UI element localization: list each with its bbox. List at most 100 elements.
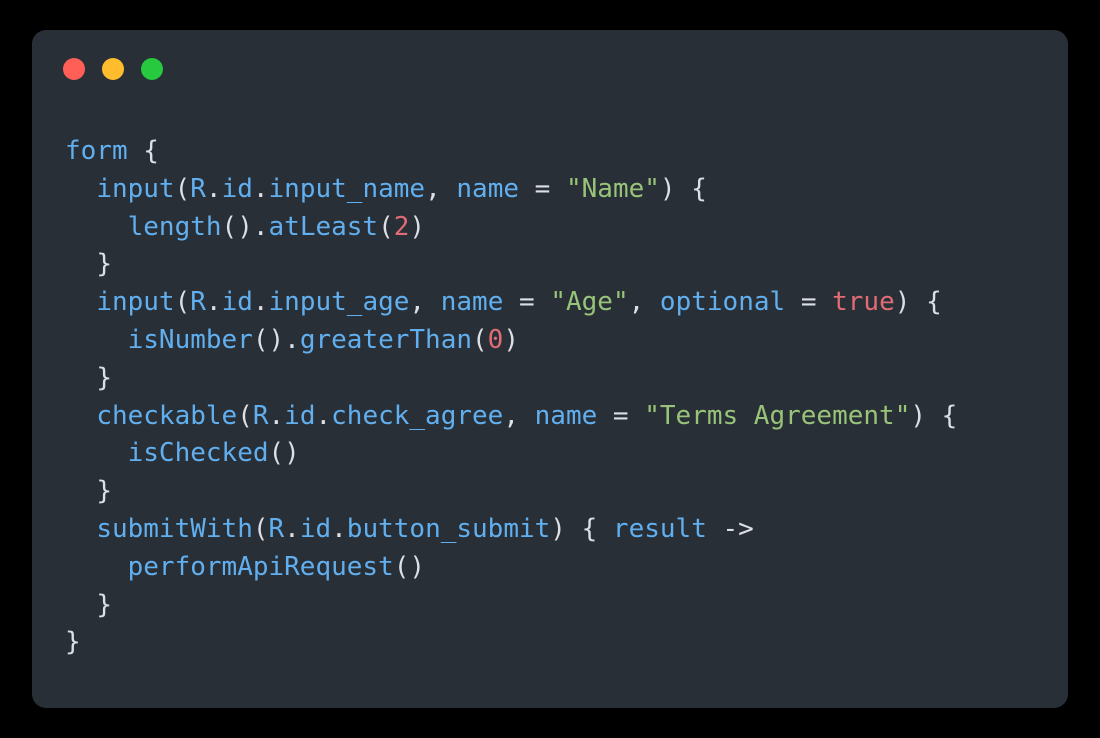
code-line: isChecked() — [65, 435, 1058, 473]
code-token: ) — [894, 287, 911, 318]
code-line: checkable(R.id.check_agree, name = "Term… — [65, 398, 1058, 436]
code-token: . — [331, 513, 347, 544]
code-token: } — [65, 627, 81, 658]
code-token: ( — [472, 324, 488, 355]
code-token: id — [221, 173, 253, 204]
code-token: 0 — [487, 324, 504, 355]
code-block[interactable]: form { input(R.id.input_name, name = "Na… — [65, 133, 1058, 662]
code-token: = — [534, 173, 551, 204]
code-token: submitWith — [96, 513, 253, 544]
code-token: id — [299, 513, 332, 544]
code-token: greaterThan — [299, 324, 473, 355]
code-line: } — [65, 587, 1058, 625]
code-token: input — [96, 173, 175, 204]
code-snippet-card: form { input(R.id.input_name, name = "Na… — [32, 30, 1068, 708]
code-token: . — [252, 287, 269, 318]
code-token: ) — [409, 211, 426, 242]
code-token: { — [926, 287, 942, 318]
code-token: . — [268, 400, 285, 431]
code-token: ( — [237, 400, 253, 431]
code-token: , — [425, 173, 441, 204]
code-token: . — [252, 211, 269, 242]
code-token: R — [268, 513, 285, 544]
code-token: = — [519, 287, 535, 318]
code-token: { — [941, 400, 958, 431]
code-token: check_agree — [331, 400, 504, 431]
code-token: performApiRequest — [127, 551, 394, 582]
zoom-window-button[interactable] — [141, 58, 163, 80]
code-token: input — [96, 287, 175, 318]
code-token: } — [96, 476, 112, 507]
code-token: -> — [722, 513, 754, 544]
code-token: input_age — [268, 287, 410, 318]
code-token: R — [252, 400, 269, 431]
code-token: ( — [174, 173, 191, 204]
code-token: , — [409, 287, 426, 318]
code-token: id — [221, 287, 253, 318]
code-line: } — [65, 473, 1058, 511]
code-token: () — [252, 324, 285, 355]
code-line: } — [65, 246, 1058, 284]
code-token: name — [534, 400, 598, 431]
code-line: performApiRequest() — [65, 549, 1058, 587]
code-token: length — [127, 211, 222, 242]
code-token: () — [393, 551, 426, 582]
code-line: } — [65, 360, 1058, 398]
code-token: , — [503, 400, 519, 431]
code-token: 2 — [393, 211, 410, 242]
code-token: ) — [550, 513, 566, 544]
code-token: R — [190, 287, 206, 318]
code-token: . — [284, 324, 300, 355]
code-token: . — [315, 400, 332, 431]
code-token: ) — [659, 173, 676, 204]
code-token: () — [221, 211, 253, 242]
close-window-button[interactable] — [63, 58, 85, 80]
code-token: optional — [659, 287, 786, 318]
code-token: = — [800, 287, 817, 318]
code-token: . — [284, 513, 300, 544]
window-controls — [63, 58, 163, 80]
code-token: isChecked — [127, 438, 269, 469]
code-token: checkable — [96, 400, 238, 431]
code-token: . — [205, 173, 222, 204]
code-line: form { — [65, 133, 1058, 171]
code-token: ( — [252, 513, 269, 544]
code-token: name — [456, 173, 520, 204]
code-line: input(R.id.input_name, name = "Name") { — [65, 171, 1058, 209]
code-line: input(R.id.input_age, name = "Age", opti… — [65, 284, 1058, 322]
code-token: () — [268, 438, 300, 469]
code-body[interactable]: form { input(R.id.input_name, name = "Na… — [65, 133, 1058, 698]
code-token: } — [96, 249, 112, 280]
code-token: "Terms Agreement" — [644, 400, 911, 431]
code-token: "Name" — [565, 173, 660, 204]
code-token: . — [205, 287, 222, 318]
minimize-window-button[interactable] — [102, 58, 124, 80]
code-token: ) — [503, 324, 519, 355]
code-token: id — [284, 400, 316, 431]
